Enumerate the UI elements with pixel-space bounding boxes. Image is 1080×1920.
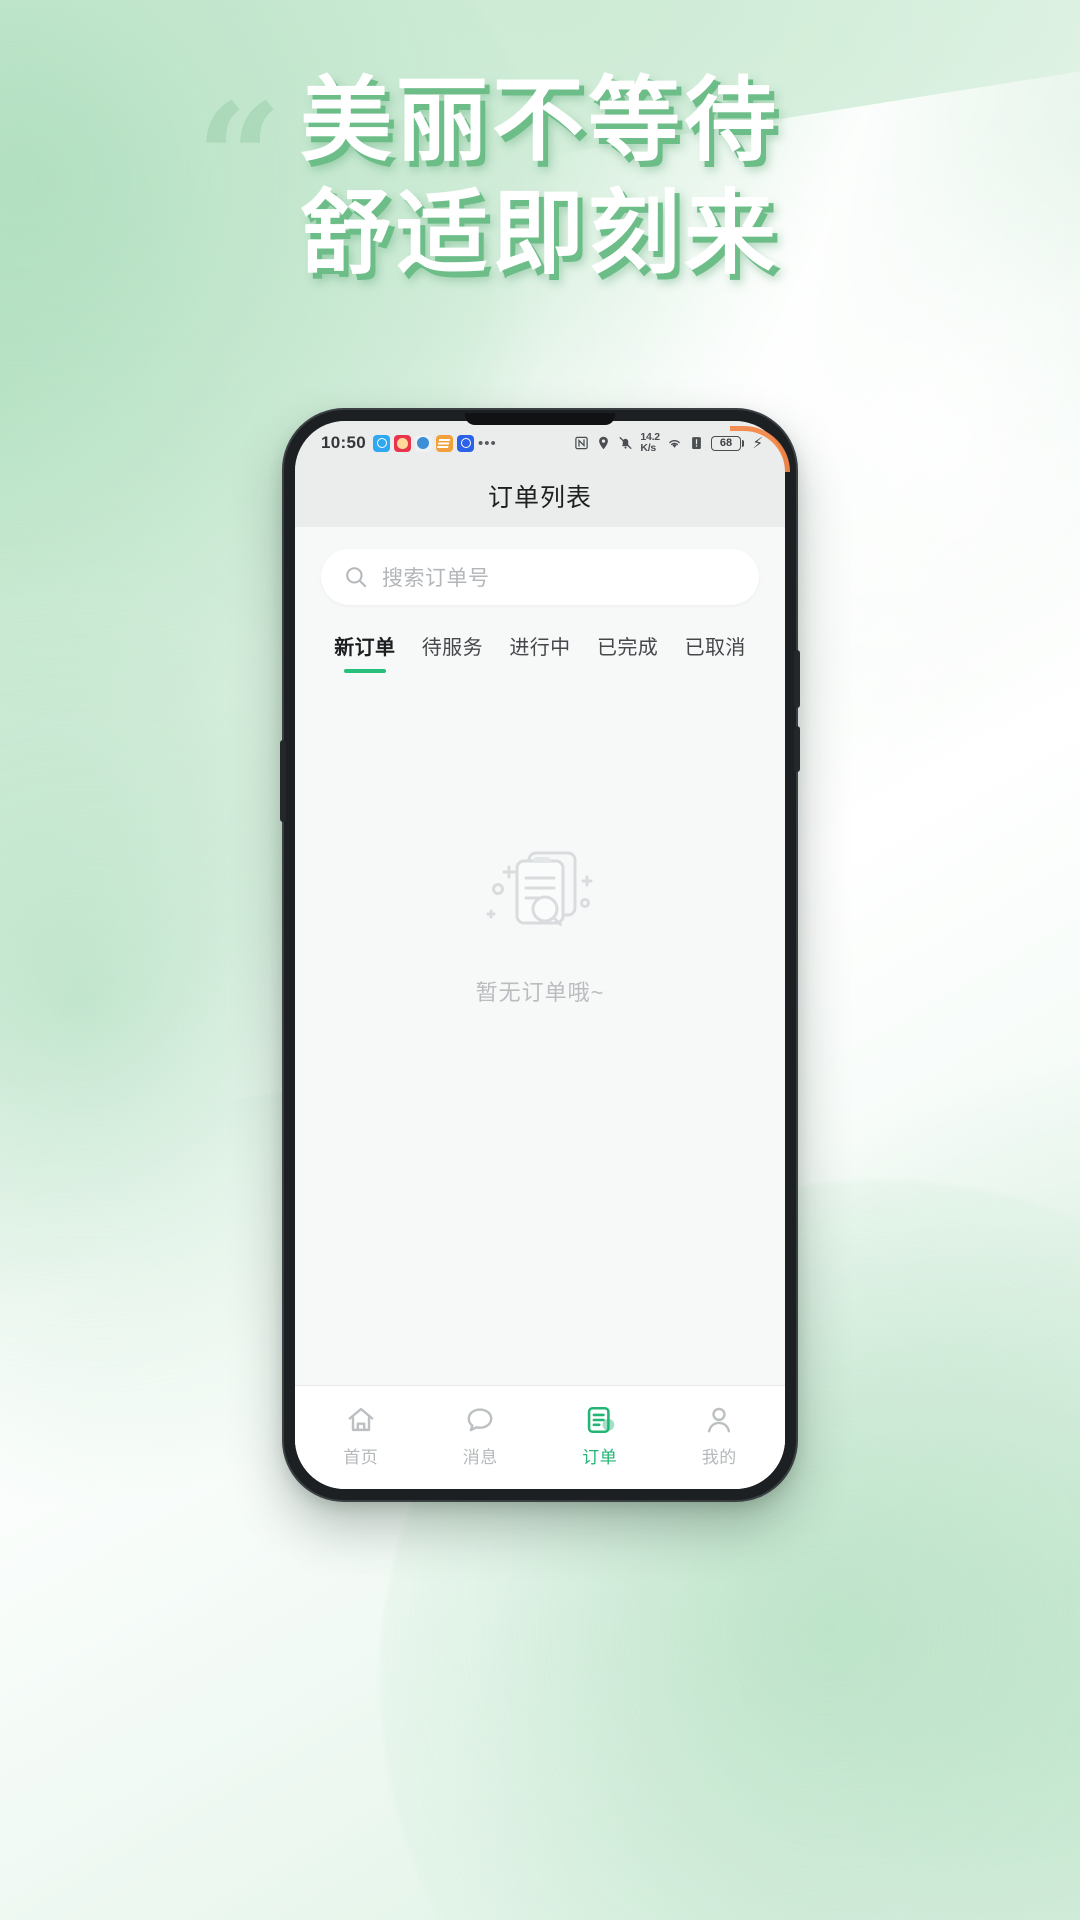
status-overflow-dots: ••• [477, 434, 497, 452]
status-app-icons [372, 434, 474, 452]
status-bar: 10:50 ••• 14.2 K/s 68 ⚡ [295, 421, 785, 465]
headline-line-2: 舒适即刻来 [299, 183, 780, 286]
app-content: 搜索订单号 新订单 待服务 进行中 已完成 已取消 暂无订单哦~ 首页 消息 订… [295, 527, 785, 1489]
nav-item-profile[interactable]: 我的 [660, 1394, 780, 1468]
order-status-tabs: 新订单 待服务 进行中 已完成 已取消 [295, 609, 785, 673]
location-icon [599, 436, 609, 450]
sim-alert-icon [692, 437, 701, 449]
tab-new-orders[interactable]: 新订单 [321, 631, 409, 673]
nav-label: 首页 [343, 1447, 379, 1467]
chat-bubble-icon [467, 1407, 493, 1431]
headline-line-1: 美丽不等待 [299, 70, 780, 172]
nav-label: 我的 [701, 1447, 737, 1467]
nfc-icon [575, 436, 589, 450]
tab-completed[interactable]: 已完成 [584, 631, 672, 673]
mute-bell-icon [619, 437, 632, 449]
network-speed: 14.2 K/s [640, 432, 660, 453]
tab-label: 已完成 [596, 637, 659, 659]
nav-label: 消息 [462, 1447, 498, 1467]
tab-cancelled[interactable]: 已取消 [671, 631, 759, 673]
photo-app-icon [393, 434, 411, 452]
camera-app-icon [456, 434, 474, 452]
side-button-secondary[interactable] [794, 726, 800, 772]
order-list-icon [587, 1406, 615, 1433]
power-button[interactable] [794, 650, 800, 708]
empty-state: 暂无订单哦~ [295, 673, 785, 1385]
search-icon [346, 567, 367, 588]
home-icon [348, 1407, 374, 1431]
phone-mockup: 10:50 ••• 14.2 K/s 68 ⚡ 订单列表 搜索订单号 新订单 待… [280, 410, 800, 1500]
tab-label: 新订单 [334, 637, 396, 659]
bottom-navigation: 首页 消息 订单 我的 [295, 1385, 785, 1489]
nav-label: 订单 [582, 1447, 618, 1467]
notes-app-icon [435, 434, 453, 452]
network-speed-unit: K/s [640, 442, 657, 454]
search-section: 搜索订单号 [295, 527, 785, 609]
browser-app-icon [414, 434, 432, 452]
nav-item-messages[interactable]: 消息 [421, 1394, 541, 1468]
person-icon [708, 1407, 731, 1432]
search-placeholder: 搜索订单号 [382, 567, 490, 590]
phone-screen: 10:50 ••• 14.2 K/s 68 ⚡ 订单列表 搜索订单号 新订单 待… [295, 421, 785, 1489]
corner-accent-decoration [730, 426, 790, 472]
nav-item-home[interactable]: 首页 [301, 1394, 421, 1468]
tab-label: 进行中 [509, 637, 571, 659]
poster-headline: “ 美丽不等待 舒适即刻来 [0, 70, 1080, 286]
status-time: 10:50 [321, 433, 366, 452]
tab-label: 待服务 [421, 637, 483, 659]
page-title: 订单列表 [487, 484, 592, 512]
empty-state-message: 暂无订单哦~ [475, 980, 605, 1005]
empty-order-document-icon [486, 851, 593, 926]
search-input[interactable]: 搜索订单号 [321, 549, 759, 605]
app-title-bar: 订单列表 [295, 465, 785, 527]
wifi-icon [669, 440, 680, 448]
nav-item-orders[interactable]: 订单 [540, 1394, 660, 1468]
search-app-icon [372, 434, 390, 452]
tab-in-progress[interactable]: 进行中 [496, 631, 584, 673]
volume-button[interactable] [280, 740, 286, 822]
tab-label: 已取消 [684, 637, 746, 659]
tab-pending-service[interactable]: 待服务 [409, 631, 497, 673]
